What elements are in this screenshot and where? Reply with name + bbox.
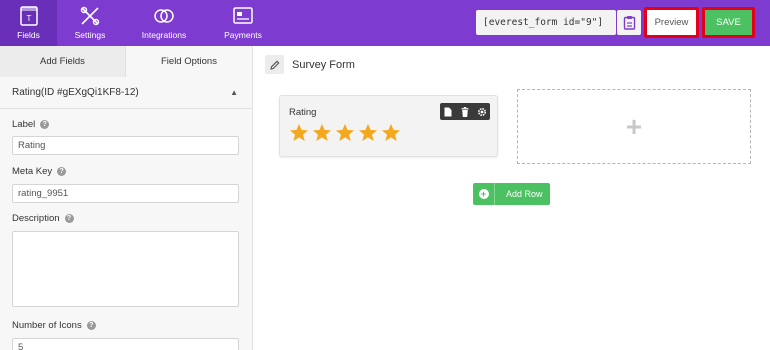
delete-field-button[interactable]	[459, 106, 471, 118]
help-icon[interactable]: ?	[86, 321, 96, 330]
empty-column-dropzone[interactable]: +	[517, 89, 751, 164]
top-bar: T Fields Settings Integrations Payments …	[0, 0, 770, 46]
star-icon	[313, 124, 331, 141]
preview-button[interactable]: Preview	[647, 10, 696, 35]
nav-payments-label: Payments	[224, 30, 262, 40]
nav-settings-label: Settings	[74, 30, 106, 40]
builder-nav: T Fields Settings Integrations Payments	[0, 0, 280, 46]
nav-fields[interactable]: T Fields	[0, 0, 57, 46]
number-of-icons-caption-text: Number of Icons	[12, 320, 82, 331]
number-of-icons-caption: Number of Icons ?	[12, 320, 96, 331]
document-icon	[444, 107, 452, 116]
edit-title-button[interactable]	[265, 55, 284, 74]
duplicate-field-button[interactable]	[442, 106, 454, 118]
star-icon	[336, 124, 354, 141]
nav-payments[interactable]: Payments	[206, 0, 280, 46]
meta-key-caption-text: Meta Key	[12, 166, 53, 177]
add-row-button[interactable]: + Add Row	[473, 183, 550, 205]
nav-integrations[interactable]: Integrations	[126, 0, 202, 46]
description-caption: Description ?	[12, 213, 74, 224]
rating-stars	[289, 123, 401, 143]
nav-integrations-label: Integrations	[141, 30, 187, 40]
fields-icon: T	[19, 6, 38, 26]
field-options-panel: Add Fields Field Options Rating(ID #gEXg…	[0, 46, 253, 350]
description-textarea[interactable]	[12, 231, 239, 307]
label-caption: Label ?	[12, 119, 50, 130]
caret-up-icon[interactable]: ▲	[230, 88, 238, 97]
label-input[interactable]	[12, 136, 239, 155]
help-icon[interactable]: ?	[64, 214, 74, 223]
pencil-icon	[269, 60, 279, 70]
tab-field-options[interactable]: Field Options	[126, 46, 252, 77]
tab-add-fields[interactable]: Add Fields	[0, 46, 126, 77]
form-builder-canvas: Survey Form Rating + + Add Row	[253, 46, 770, 350]
field-actions	[440, 103, 490, 120]
label-caption-text: Label	[12, 119, 36, 130]
save-highlight: SAVE	[702, 7, 755, 38]
star-icon	[290, 124, 308, 141]
meta-key-caption: Meta Key ?	[12, 166, 67, 177]
payments-icon	[233, 7, 253, 24]
shortcode-field[interactable]: [everest_form id="9"]	[476, 10, 616, 35]
trash-icon	[461, 106, 469, 117]
copy-shortcode-button[interactable]	[617, 10, 641, 35]
field-section-title: Rating(ID #gEXgQi1KF8-12)	[12, 87, 139, 98]
settings-icon	[80, 6, 100, 26]
preview-highlight: Preview	[644, 7, 699, 38]
form-title: Survey Form	[292, 58, 355, 71]
clipboard-icon	[623, 16, 635, 30]
meta-key-input[interactable]	[12, 184, 239, 203]
add-row-label: Add Row	[506, 189, 543, 199]
rating-field-label: Rating	[289, 107, 317, 118]
integrations-icon	[154, 9, 174, 23]
field-settings-button[interactable]	[476, 106, 488, 118]
gear-icon	[477, 107, 486, 116]
form-title-row: Survey Form	[265, 55, 355, 74]
help-icon[interactable]: ?	[40, 120, 50, 129]
panel-tabs: Add Fields Field Options	[0, 46, 252, 77]
rating-field-card[interactable]: Rating	[279, 95, 498, 157]
plus-circle-icon: +	[473, 183, 495, 205]
number-of-icons-input[interactable]	[12, 338, 239, 350]
star-icon	[382, 124, 400, 141]
field-section-header[interactable]: Rating(ID #gEXgQi1KF8-12) ▲	[0, 77, 252, 109]
plus-icon: +	[625, 110, 643, 142]
description-caption-text: Description	[12, 213, 60, 224]
star-icon	[359, 124, 377, 141]
help-icon[interactable]: ?	[57, 167, 67, 176]
svg-text:T: T	[26, 14, 31, 23]
nav-fields-label: Fields	[17, 30, 40, 40]
nav-settings[interactable]: Settings	[57, 0, 123, 46]
save-button[interactable]: SAVE	[705, 10, 752, 35]
